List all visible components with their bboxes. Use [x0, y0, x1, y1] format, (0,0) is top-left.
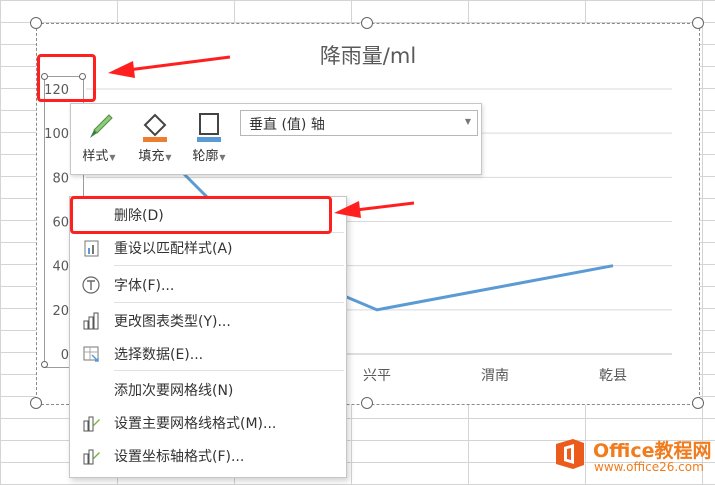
watermark-url: www.office26.com [594, 460, 704, 474]
annotation-arrows [108, 55, 415, 218]
watermark-name: Office教程网 [593, 440, 712, 462]
office-logo-icon [553, 437, 587, 471]
red-arrow-icon [334, 201, 415, 218]
watermark: Office教程网 www.office26.com [553, 433, 713, 483]
red-arrow-icon [108, 55, 231, 78]
